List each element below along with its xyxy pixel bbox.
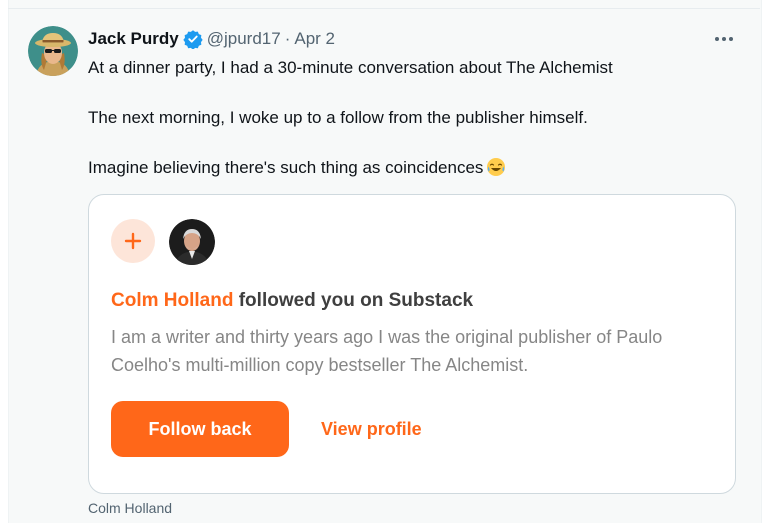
more-options-icon[interactable] <box>712 28 736 50</box>
follower-name-link[interactable]: Colm Holland <box>111 290 233 311</box>
substack-notification-card[interactable]: Colm Holland followed you on Substack I … <box>88 194 736 494</box>
separator-dot: · <box>284 29 291 48</box>
plus-icon <box>111 219 155 263</box>
tweet-line: At a dinner party, I had a 30-minute con… <box>88 58 613 77</box>
author-avatar[interactable] <box>28 26 78 76</box>
tweet-line: Imagine believing there's such thing as … <box>88 156 738 180</box>
view-profile-link[interactable]: View profile <box>321 401 422 457</box>
tweet-date[interactable]: Apr 2 <box>294 29 335 49</box>
bio-line: Coelho's multi-million copy bestseller T… <box>111 355 529 375</box>
bio-line: I am a writer and thirty years ago I was… <box>111 327 663 347</box>
author-name[interactable]: Jack Purdy <box>88 29 179 49</box>
follower-bio: I am a writer and thirty years ago I was… <box>111 323 721 379</box>
follower-avatar <box>169 219 215 265</box>
author-handle[interactable]: @jpurd17 <box>207 29 281 49</box>
card-title-rest: followed you on Substack <box>238 290 474 311</box>
laughing-emoji-icon <box>486 157 506 184</box>
tweet-line: The next morning, I woke up to a follow … <box>88 108 588 127</box>
tweet-line-text: Imagine believing there's such thing as … <box>88 158 484 177</box>
media-caption: Colm Holland <box>88 500 173 516</box>
tweet-text: At a dinner party, I had a 30-minute con… <box>88 56 738 180</box>
follow-back-button[interactable]: Follow back <box>111 401 289 457</box>
card-title: Colm Holland followed you on Substack <box>111 290 473 312</box>
verified-badge-icon <box>183 29 203 49</box>
tweet-header: Jack Purdy @jpurd17 · Apr 2 <box>88 28 335 50</box>
divider <box>8 8 760 9</box>
